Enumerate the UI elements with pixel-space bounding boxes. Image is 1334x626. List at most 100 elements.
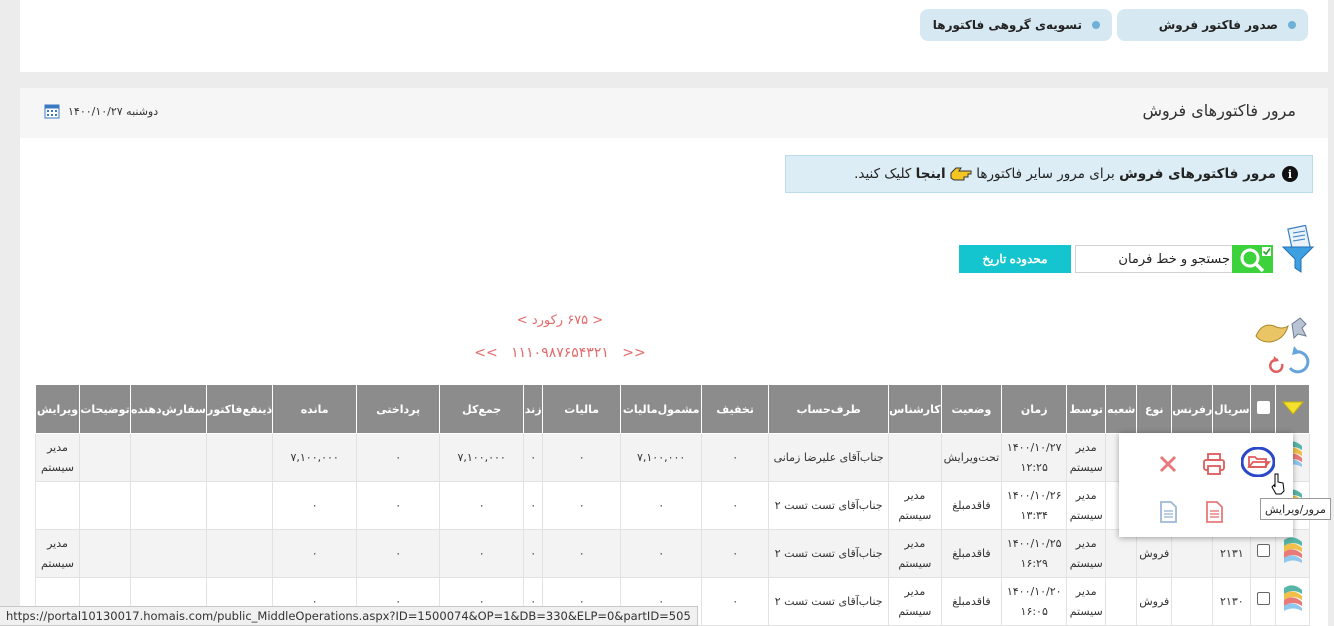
cell-tax: ۰ [542,481,622,530]
triangle-down-icon [1281,401,1304,415]
cell-by: مدیر سیستم [1066,529,1107,578]
cell-editor [35,481,80,530]
cell-tax: ۰ [542,529,622,578]
cell-serial: ۲۱۳۰ [1212,577,1252,626]
cell-party: جناب‌آقای تست تست ۲ [768,577,890,626]
cell-expert: مدیر سیستم [888,481,942,530]
cell-status: فاقدمبلغ [940,481,1003,530]
col-ref[interactable]: رفرنس [1171,384,1214,434]
col-remain[interactable]: مانده [272,384,358,434]
col-orderer[interactable]: سفارش‌دهنده [130,384,207,434]
tab-issue-sales-invoice[interactable]: صدور فاکتور فروش [1117,9,1308,41]
cell-status: تحت‌ویرایش [940,433,1003,482]
refresh-icon[interactable] [1288,346,1310,374]
col-status[interactable]: وضعیت [940,384,1003,434]
cell-discount: ۰ [701,481,770,530]
col-time[interactable]: زمان [1001,384,1068,434]
cell-time: ۱۴۰۰/۱۰/۲۶ ۱۳:۳۴ [1001,481,1068,530]
col-beneficiary[interactable]: ذینفع‌فاکتور [205,384,274,434]
print-icon[interactable] [1201,451,1227,477]
cell-expert [888,433,942,482]
cell-type: فروش [1136,577,1173,626]
cell-beneficiary [205,529,274,578]
cell-remain: ۰ [272,481,358,530]
row-layers-icon[interactable] [1281,536,1305,564]
col-desc[interactable]: توضیحات [79,384,131,434]
status-bar-url: https://portal10130017.homais.com/public… [0,606,698,626]
cell-beneficiary [205,433,274,482]
cell-remain: ۰ [272,529,358,578]
col-editor[interactable]: ویرایش [35,384,80,434]
cell-beneficiary [205,481,274,530]
document-icon[interactable] [1201,499,1227,525]
cell-time: ۱۴۰۰/۱۰/۲۷ ۱۲:۲۵ [1001,433,1068,482]
tab-label: تسویه‌ی گروهی فاکتورها [932,18,1082,32]
cell-discount: ۰ [701,529,770,578]
info-text: برای مرور سایر فاکتورها [976,166,1115,182]
row-checkbox[interactable] [1256,591,1270,605]
page-title: مرور فاکتورهای فروش [1142,101,1296,120]
header-select-all[interactable] [1250,384,1277,434]
pager-first-button[interactable]: << [474,345,497,361]
cell-time: ۱۴۰۰/۱۰/۲۵ ۱۶:۲۹ [1001,529,1068,578]
col-paid[interactable]: پرداختی [356,384,441,434]
hand-bird-icon[interactable] [1255,317,1307,343]
col-total[interactable]: جمع‌کل [439,384,525,434]
pager-last-button[interactable]: >> [622,345,645,361]
pager: << ۱۱۱۰۹۸۷۶۵۴۳۲۱ >> [430,345,690,361]
cell-desc [79,481,131,530]
col-serial[interactable]: سریال [1212,384,1252,434]
col-expert[interactable]: کارشناس [888,384,942,434]
col-znd[interactable]: زند [523,384,544,434]
cell-expert: مدیر سیستم [888,577,942,626]
page-header: مرور فاکتورهای فروش دوشنبه ۱۴۰۰/۱۰/۲۷ [20,88,1328,138]
cell-orderer [130,433,207,482]
cell-paid: ۰ [356,481,441,530]
cell-paid: ۰ [356,529,441,578]
hand-cursor-icon [1271,473,1285,495]
cell-status: فاقدمبلغ [940,529,1003,578]
cell-znd: ۰ [523,481,544,530]
cell-by: مدیر سیستم [1066,577,1107,626]
header-sort-toggle[interactable] [1275,384,1311,434]
tab-group-settlement[interactable]: تسویه‌ی گروهی فاکتورها [920,9,1112,41]
col-taxable[interactable]: مشمول‌مالیات [620,384,703,434]
info-icon: i [1282,166,1298,182]
row-select-cell[interactable] [1250,577,1277,626]
cell-taxable: ۰ [620,529,703,578]
col-tax[interactable]: مالیات [542,384,622,434]
cell-branch [1105,577,1138,626]
row-action-popup [1119,433,1293,537]
cell-desc [79,529,131,578]
col-branch[interactable]: شعبه [1105,384,1138,434]
calendar-icon[interactable] [44,103,60,119]
cell-znd: ۰ [523,529,544,578]
col-discount[interactable]: تخفیف [701,384,770,434]
col-party[interactable]: طرف‌حساب [768,384,890,434]
info-link-here[interactable]: اینجا [916,166,946,182]
cell-editor: مدیر سیستم [35,529,80,578]
date-range-button[interactable]: محدوده تاریخ [959,245,1071,273]
pager-page-numbers[interactable]: ۱۱۱۰۹۸۷۶۵۴۳۲۱ [511,345,609,361]
cell-party: جناب‌آقای تست تست ۲ [768,481,890,530]
cell-party: جناب‌آقای علیرضا زمانی [768,433,890,482]
row-layers-icon[interactable] [1281,584,1305,612]
search-button[interactable] [1232,245,1273,273]
cell-expert: مدیر سیستم [888,529,942,578]
cell-znd: ۰ [523,433,544,482]
cell-total: ۰ [439,481,525,530]
row-icon-cell[interactable] [1275,577,1311,626]
cell-ref [1171,577,1214,626]
filter-funnel-icon[interactable] [1280,225,1316,275]
row-checkbox[interactable] [1256,543,1270,557]
tooltip: مرور/ویرایش [1260,498,1331,520]
select-all-checkbox[interactable] [1256,401,1270,414]
reset-icon[interactable] [1269,356,1284,373]
cell-orderer [130,529,207,578]
col-by[interactable]: توسط [1066,384,1107,434]
cell-party: جناب‌آقای تست تست ۲ [768,529,890,578]
document-copy-icon[interactable] [1155,499,1181,525]
delete-icon[interactable] [1155,451,1181,477]
pointing-hand-icon [950,167,972,181]
col-type[interactable]: نوع [1136,384,1173,434]
